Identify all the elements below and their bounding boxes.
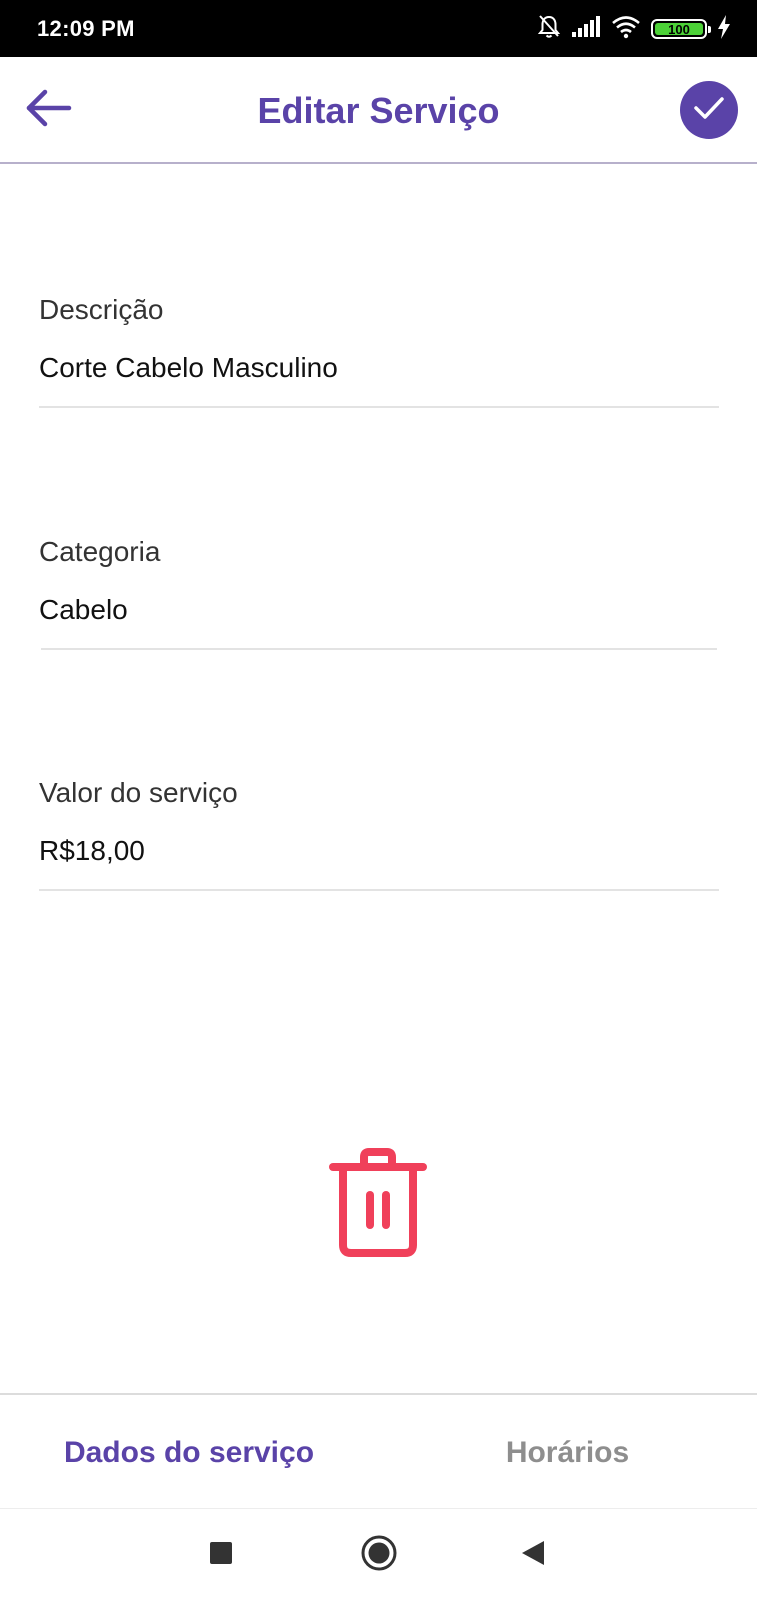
page-title: Editar Serviço <box>257 90 500 131</box>
tab-schedules[interactable]: Horários <box>378 1395 757 1511</box>
tab-service-data[interactable]: Dados do serviço <box>0 1395 378 1511</box>
status-bar: 12:09 PM 100 <box>0 0 757 57</box>
description-underline <box>39 406 719 408</box>
bell-off-icon <box>537 14 561 45</box>
home-button[interactable] <box>354 1530 404 1580</box>
home-circle-icon <box>361 1535 397 1576</box>
description-label: Descrição <box>39 294 164 325</box>
price-field[interactable]: Valor do serviço R$18,00 <box>39 777 719 897</box>
description-input[interactable]: Corte Cabelo Masculino <box>39 352 338 384</box>
category-label: Categoria <box>39 536 161 567</box>
recents-square-icon <box>209 1541 233 1570</box>
category-field[interactable]: Categoria Cabelo <box>39 536 719 656</box>
system-back-button[interactable] <box>508 1530 558 1580</box>
status-icons: 100 <box>537 14 731 44</box>
category-underline <box>41 648 717 650</box>
price-label: Valor do serviço <box>39 777 238 808</box>
signal-icon <box>571 15 601 43</box>
trash-icon <box>328 1147 428 1264</box>
app-bar: Editar Serviço <box>0 57 757 164</box>
confirm-button[interactable] <box>680 81 738 139</box>
price-underline <box>39 889 719 891</box>
system-nav-bar <box>0 1510 757 1600</box>
battery-icon: 100 <box>651 19 711 39</box>
delete-button[interactable] <box>328 1147 428 1264</box>
category-input[interactable]: Cabelo <box>39 594 128 626</box>
battery-level: 100 <box>668 21 690 37</box>
price-input[interactable]: R$18,00 <box>39 835 145 867</box>
charging-icon <box>717 14 731 44</box>
check-icon <box>693 95 725 126</box>
back-triangle-icon <box>521 1540 545 1571</box>
status-time: 12:09 PM <box>37 16 135 41</box>
description-field[interactable]: Descrição Corte Cabelo Masculino <box>39 294 719 414</box>
tab-bar: Dados do serviço Horários <box>0 1393 757 1509</box>
wifi-icon <box>611 15 641 44</box>
recents-button[interactable] <box>196 1530 246 1580</box>
